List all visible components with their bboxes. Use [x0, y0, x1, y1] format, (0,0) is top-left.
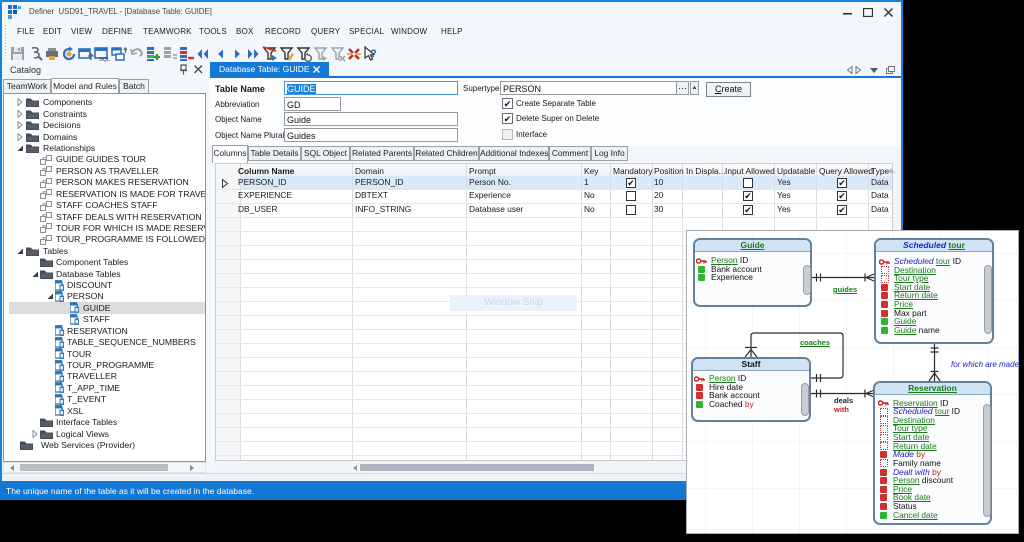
svg-text:?: ?: [370, 48, 377, 60]
svg-text:SQL: SQL: [99, 57, 110, 62]
